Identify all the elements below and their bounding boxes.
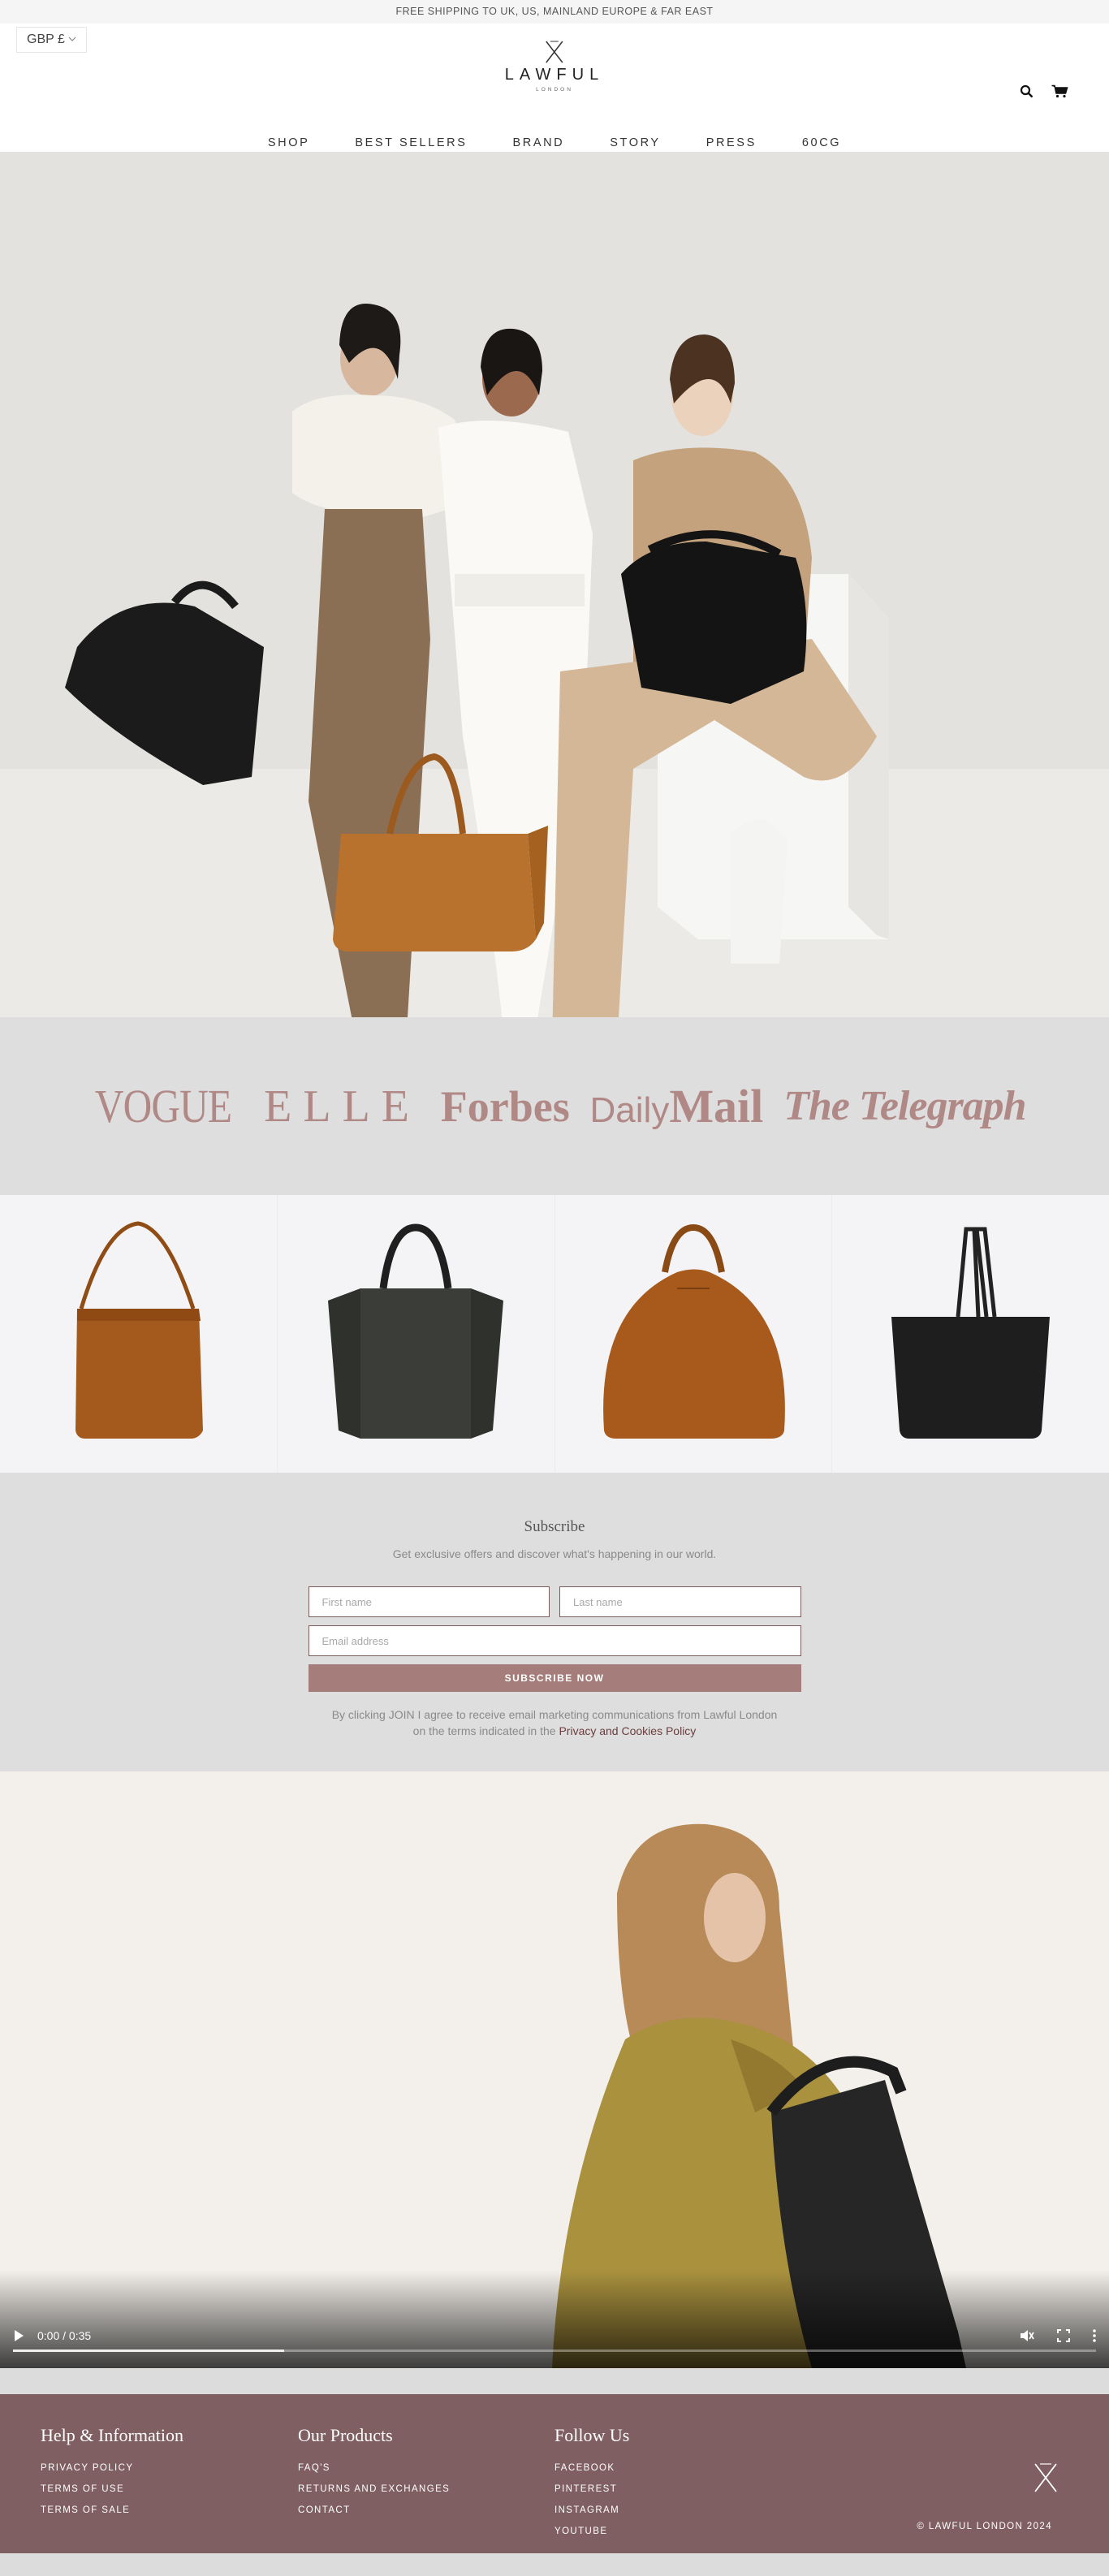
site-header: GBP £ LAWFUL LONDON SHOP BEST SELLERS BR… [0,24,1109,152]
tan-hobo-bag-image [76,1221,203,1439]
black-shopper-bag-image [891,1227,1051,1439]
press-logo-forbes: Forbes [440,1081,570,1131]
first-name-field[interactable] [308,1586,550,1617]
video-player[interactable]: 0:00 / 0:35 [0,1771,1109,2368]
hero-banner[interactable] [0,152,1109,1017]
subscribe-button[interactable]: SUBSCRIBE NOW [308,1664,801,1692]
search-icon[interactable] [1020,84,1033,98]
brand-subtitle: LONDON [536,87,573,93]
footer-link-youtube[interactable]: YOUTUBE [554,2521,629,2542]
product-card-black-shopper[interactable] [832,1195,1109,1473]
footer-link-instagram[interactable]: INSTAGRAM [554,2500,629,2521]
hero-image [0,152,1109,1017]
more-options-icon[interactable] [1093,2329,1096,2342]
nav-60cg[interactable]: 60CG [802,136,841,149]
section-divider [0,2368,1109,2394]
subscribe-disclaimer: By clicking JOIN I agree to receive emai… [327,1707,782,1739]
nav-brand[interactable]: BRAND [512,136,564,149]
subscribe-form: SUBSCRIBE NOW [308,1586,801,1692]
product-grid [0,1195,1109,1473]
email-field[interactable] [308,1625,801,1656]
newsletter-section: Subscribe Get exclusive offers and disco… [0,1473,1109,1771]
footer-logo-icon [1034,2463,1057,2492]
video-progress-fill [13,2349,284,2352]
video-time: 0:00 / 0:35 [37,2329,92,2342]
footer-link-privacy-policy[interactable]: PRIVACY POLICY [41,2457,183,2479]
main-nav: SHOP BEST SELLERS BRAND STORY PRESS 60CG [0,136,1109,149]
nav-press[interactable]: PRESS [706,136,757,149]
press-logo-telegraph: The Telegraph [783,1083,1027,1129]
nav-shop[interactable]: SHOP [268,136,310,149]
footer-link-faqs[interactable]: FAQ'S [298,2457,450,2479]
volume-muted-icon[interactable] [1020,2329,1034,2342]
copyright: © LAWFUL LONDON 2024 [917,2522,1052,2531]
name-row [308,1586,801,1617]
footer-link-terms-of-use[interactable]: TERMS OF USE [41,2479,183,2500]
press-logo-daily: Daily [589,1090,670,1130]
announcement-text: FREE SHIPPING TO UK, US, MAINLAND EUROPE… [395,6,714,17]
footer-link-pinterest[interactable]: PINTEREST [554,2479,629,2500]
nav-best-sellers[interactable]: BEST SELLERS [355,136,467,149]
disclaimer-text: By clicking JOIN I agree to receive emai… [331,1708,778,1737]
footer-link-returns[interactable]: RETURNS AND EXCHANGES [298,2479,450,2500]
press-logos: VOGUE ELLE Forbes DailyMail The Telegrap… [0,1017,1109,1195]
brand-name: LAWFUL [504,66,605,84]
currency-selector[interactable]: GBP £ [16,27,87,53]
page-bottom-band [0,2553,1109,2576]
play-icon[interactable] [13,2329,24,2342]
black-tote-bag-image [327,1223,503,1439]
currency-label: GBP £ [27,32,65,46]
subscribe-title: Subscribe [524,1518,585,1535]
privacy-policy-link[interactable]: Privacy and Cookies Policy [559,1724,696,1737]
footer-column-products: Our Products FAQ'S RETURNS AND EXCHANGES… [298,2425,450,2521]
last-name-field[interactable] [559,1586,801,1617]
footer-link-terms-of-sale[interactable]: TERMS OF SALE [41,2500,183,2521]
product-card-tan-dome[interactable] [554,1195,833,1473]
subscribe-lead: Get exclusive offers and discover what's… [392,1547,717,1560]
footer-heading-products: Our Products [298,2425,393,2445]
video-control-bar: 0:00 / 0:35 [0,2324,1109,2348]
video-progress-bar[interactable] [13,2349,1096,2352]
cart-icon[interactable] [1051,84,1068,98]
brand-logo-icon [546,41,563,63]
announcement-bar: FREE SHIPPING TO UK, US, MAINLAND EUROPE… [0,0,1109,24]
press-logo-daily-mail: DailyMail [590,1079,764,1133]
brand-logo[interactable]: LAWFUL LONDON [505,40,604,93]
press-logo-elle: ELLE [264,1081,421,1132]
video-controls: 0:00 / 0:35 [0,2271,1109,2368]
press-logo-mail: Mail [669,1080,764,1133]
footer-link-contact[interactable]: CONTACT [298,2500,450,2521]
product-card-black-tote[interactable] [277,1195,555,1473]
footer-heading-follow: Follow Us [554,2425,630,2445]
nav-story[interactable]: STORY [610,136,660,149]
press-logo-vogue: VOGUE [95,1080,232,1133]
footer-link-facebook[interactable]: FACEBOOK [554,2457,629,2479]
product-card-tan-hobo[interactable] [0,1195,278,1473]
header-actions [1020,84,1068,98]
chevron-down-icon [68,28,76,52]
fullscreen-icon[interactable] [1057,2329,1070,2342]
footer-column-help: Help & Information PRIVACY POLICY TERMS … [41,2425,183,2521]
tan-dome-bag-image [602,1223,785,1439]
footer-heading-help: Help & Information [41,2425,183,2445]
site-footer: Help & Information PRIVACY POLICY TERMS … [0,2394,1109,2553]
footer-column-follow: Follow Us FACEBOOK PINTEREST INSTAGRAM Y… [554,2425,629,2542]
